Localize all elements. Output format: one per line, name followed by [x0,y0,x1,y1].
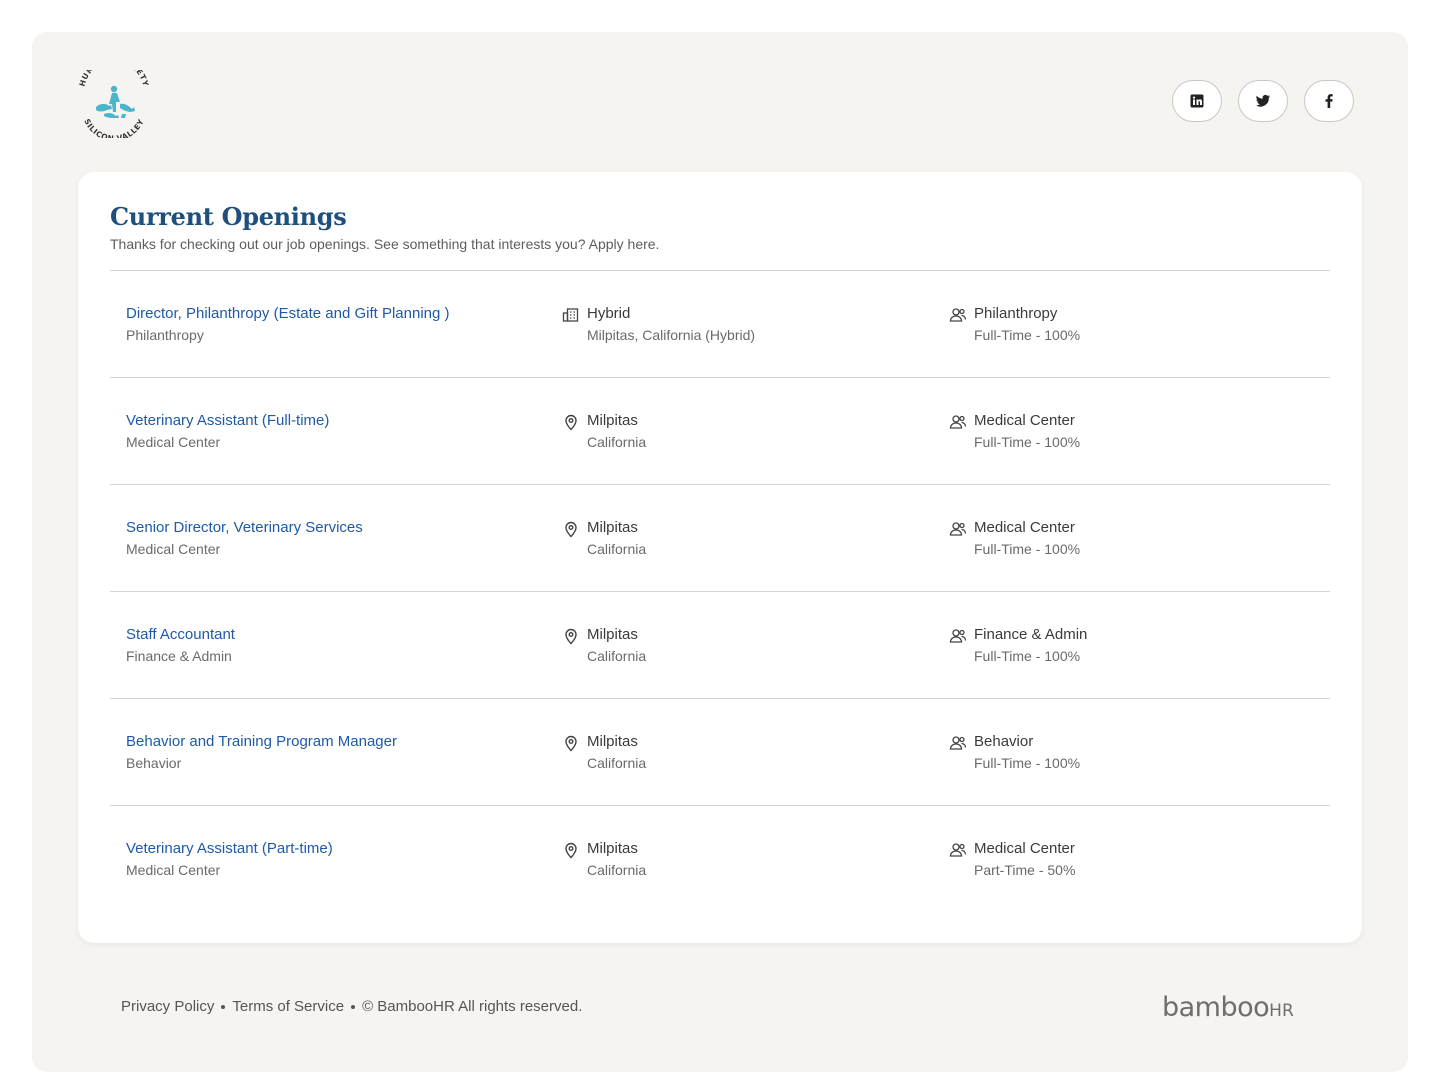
privacy-policy-link[interactable]: Privacy Policy [121,998,214,1015]
job-department: Medical Center [126,434,221,450]
job-location: Milpitas [587,519,638,536]
job-row: Director, Philanthropy (Estate and Gift … [110,270,1330,377]
job-employment-type: Full-Time - 100% [974,541,1081,557]
footer-separator [351,1004,356,1009]
copyright-text: © BambooHR All rights reserved. [362,998,583,1015]
job-title-link[interactable]: Behavior and Training Program Manager [126,733,397,750]
twitter-icon [1256,94,1270,107]
map-pin-icon [565,521,577,538]
job-team: Finance & Admin [974,626,1088,643]
job-row: Veterinary Assistant (Full-time) Medical… [110,377,1330,484]
job-row: Staff Accountant Finance & Admin Milpita… [110,591,1330,698]
users-icon [949,308,967,322]
job-location-detail: California [587,862,647,878]
footer-separator [221,1004,226,1009]
job-team: Behavior [974,733,1034,750]
job-team: Medical Center [974,412,1075,429]
job-list: Director, Philanthropy (Estate and Gift … [110,270,1330,911]
users-icon [949,629,967,643]
footer-links: Privacy Policy Terms of Service © Bamboo… [121,998,582,1015]
job-location: Milpitas [587,840,638,857]
building-icon [562,308,579,322]
job-department: Philanthropy [126,327,204,343]
job-row: Senior Director, Veterinary Services Med… [110,484,1330,591]
job-team: Medical Center [974,840,1075,857]
map-pin-icon [565,735,577,752]
job-department: Medical Center [126,862,221,878]
job-location-detail: California [587,755,647,771]
users-icon [949,843,967,857]
job-location: Milpitas [587,412,638,429]
map-pin-icon [565,842,577,859]
users-icon [949,736,967,750]
linkedin-icon [1190,94,1204,108]
twitter-button[interactable] [1238,80,1288,122]
page-frame: HUMANE SOCIETY SILICON VALLEY [32,32,1408,1072]
facebook-icon [1325,94,1333,108]
job-department: Medical Center [126,541,221,557]
job-location-detail: California [587,648,647,664]
job-location: Milpitas [587,626,638,643]
job-row: Veterinary Assistant (Part-time) Medical… [110,805,1330,911]
users-icon [949,522,967,536]
bamboohr-logo-suffix: HR [1269,1001,1294,1021]
job-title-link[interactable]: Director, Philanthropy (Estate and Gift … [126,305,450,322]
job-title-link[interactable]: Veterinary Assistant (Full-time) [126,412,329,429]
map-pin-icon [565,628,577,645]
facebook-button[interactable] [1304,80,1354,122]
linkedin-button[interactable] [1172,80,1222,122]
job-team: Medical Center [974,519,1075,536]
job-employment-type: Full-Time - 100% [974,327,1081,343]
svg-text:SILICON VALLEY: SILICON VALLEY [82,117,145,138]
job-team: Philanthropy [974,305,1058,322]
humane-society-logo[interactable]: HUMANE SOCIETY SILICON VALLEY [76,70,152,138]
page-subtitle: Thanks for checking out our job openings… [110,236,660,252]
bamboohr-logo-main: bamboo [1162,992,1270,1023]
job-row: Behavior and Training Program Manager Be… [110,698,1330,805]
users-icon [949,415,967,429]
page-title: Current Openings [110,202,347,231]
map-pin-icon [565,414,577,431]
job-location: Hybrid [587,305,631,322]
job-location-detail: California [587,541,647,557]
job-location-detail: Milpitas, California (Hybrid) [587,327,756,343]
openings-card: Current Openings Thanks for checking out… [78,172,1362,943]
job-title-link[interactable]: Senior Director, Veterinary Services [126,519,363,536]
job-employment-type: Part-Time - 50% [974,862,1076,878]
job-location: Milpitas [587,733,638,750]
bamboohr-logo[interactable]: bamboo HR [1162,992,1294,1023]
job-department: Finance & Admin [126,648,232,664]
terms-of-service-link[interactable]: Terms of Service [232,998,344,1015]
job-employment-type: Full-Time - 100% [974,648,1081,664]
job-title-link[interactable]: Veterinary Assistant (Part-time) [126,840,333,857]
job-title-link[interactable]: Staff Accountant [126,626,235,643]
job-employment-type: Full-Time - 100% [974,434,1081,450]
svg-text:HUMANE SOCIETY: HUMANE SOCIETY [78,70,151,87]
job-department: Behavior [126,755,182,771]
job-location-detail: California [587,434,647,450]
job-employment-type: Full-Time - 100% [974,755,1081,771]
